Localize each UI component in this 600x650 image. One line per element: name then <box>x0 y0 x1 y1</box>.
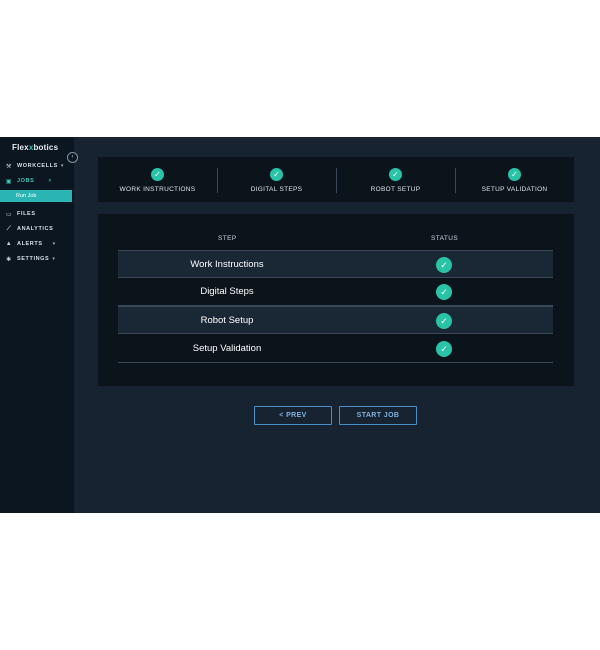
sidebar-item-label: ANALYTICS <box>17 226 54 232</box>
step-label: SETUP VALIDATION <box>481 186 548 193</box>
chevron-down-icon: ▾ <box>52 256 56 262</box>
step-digital-steps[interactable]: ✓ DIGITAL STEPS <box>217 157 336 202</box>
warning-icon: ▲ <box>5 241 13 247</box>
step-name: Work Instructions <box>190 259 264 270</box>
sidebar-item-workcells[interactable]: ⚒ WORKCELLS ▾ <box>4 160 72 172</box>
brand-logo: Flexxbotics <box>12 143 59 152</box>
check-icon: ✓ <box>389 168 402 181</box>
chart-line-icon: ⟋ <box>6 225 12 232</box>
column-header-step: STEP <box>218 235 237 242</box>
check-icon: ✓ <box>270 168 283 181</box>
check-circle-icon: ✓ <box>436 341 452 357</box>
table-row: Work Instructions ✓ <box>118 250 553 278</box>
check-circle-icon: ✓ <box>436 284 452 300</box>
jobs-icon: ▣ <box>5 178 13 185</box>
chevron-down-icon: ▾ <box>60 163 64 169</box>
sidebar-subitem-run-job[interactable]: Run Job <box>0 190 72 202</box>
step-label: ROBOT SETUP <box>370 186 421 193</box>
step-label: WORK INSTRUCTIONS <box>119 186 196 193</box>
check-circle-icon: ✓ <box>436 313 452 329</box>
sidebar-item-label: JOBS <box>17 178 35 184</box>
step-name: Setup Validation <box>192 343 262 354</box>
prev-button[interactable]: < PREV <box>254 406 332 425</box>
step-work-instructions[interactable]: ✓ WORK INSTRUCTIONS <box>98 157 217 202</box>
robot-arm-icon: ⚒ <box>6 163 12 170</box>
step-robot-setup[interactable]: ✓ ROBOT SETUP <box>336 157 455 202</box>
gear-icon: ✱ <box>6 256 12 263</box>
sidebar-item-label: WORKCELLS <box>17 163 58 169</box>
chevron-down-icon: ▾ <box>52 241 56 247</box>
sidebar-item-label: ALERTS <box>17 241 43 247</box>
check-icon: ✓ <box>151 168 164 181</box>
sidebar: Flexxbotics ‹ ⚒ WORKCELLS ▾ ▣ JOBS ˄ Run… <box>0 137 78 513</box>
sidebar-item-jobs[interactable]: ▣ JOBS ˄ <box>4 175 72 187</box>
chevron-up-icon: ˄ <box>48 178 52 184</box>
start-job-button[interactable]: START JOB <box>339 406 417 425</box>
step-name: Robot Setup <box>200 315 254 326</box>
sidebar-item-alerts[interactable]: ▲ ALERTS ▾ <box>4 238 72 250</box>
progress-stepper: ✓ WORK INSTRUCTIONS ✓ DIGITAL STEPS ✓ RO… <box>98 157 574 202</box>
check-circle-icon: ✓ <box>436 257 452 273</box>
table-row: Robot Setup ✓ <box>118 306 553 334</box>
step-label: DIGITAL STEPS <box>250 186 303 193</box>
column-header-status: STATUS <box>431 235 459 242</box>
step-name: Digital Steps <box>200 286 254 297</box>
sidebar-item-files[interactable]: ▭ FILES <box>4 208 72 220</box>
step-setup-validation[interactable]: ✓ SETUP VALIDATION <box>455 157 574 202</box>
folder-icon: ▭ <box>5 211 13 218</box>
step-status-table: STEP STATUS Work Instructions ✓ Digital … <box>98 214 574 386</box>
table-row: Setup Validation ✓ <box>118 335 553 363</box>
sidebar-item-label: SETTINGS <box>17 256 50 262</box>
sidebar-item-label: FILES <box>17 211 36 217</box>
sidebar-item-settings[interactable]: ✱ SETTINGS ▾ <box>4 253 72 265</box>
sidebar-item-analytics[interactable]: ⟋ ANALYTICS <box>4 223 72 235</box>
table-row: Digital Steps ✓ <box>118 278 553 306</box>
check-icon: ✓ <box>508 168 521 181</box>
app-window: Flexxbotics ‹ ⚒ WORKCELLS ▾ ▣ JOBS ˄ Run… <box>0 137 600 513</box>
